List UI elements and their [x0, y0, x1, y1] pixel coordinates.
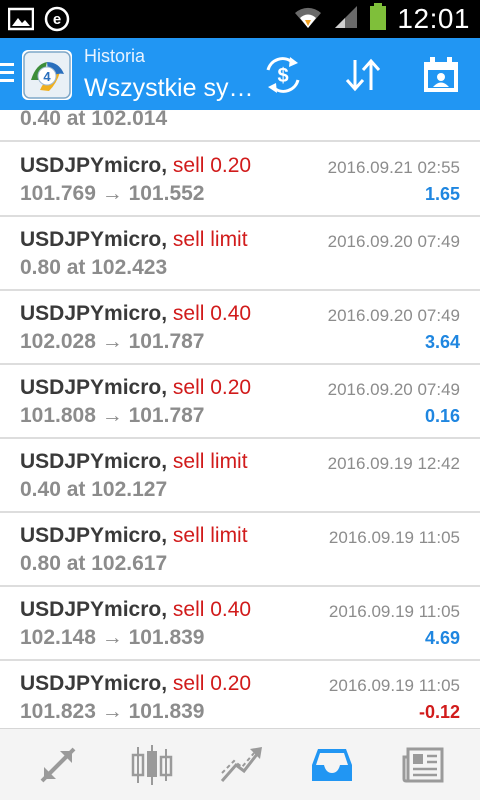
list-item[interactable]: 0.40 at 102.014	[0, 110, 480, 142]
order-profit: 3.64	[424, 332, 460, 352]
news-icon[interactable]	[400, 741, 448, 789]
order-time: 2016.09.20 07:49	[327, 306, 460, 325]
battery-icon	[369, 2, 387, 36]
status-bar: e 12:01	[0, 0, 480, 38]
list-item[interactable]: USDJPYmicro, sell 0.40 102.148 → 101.839…	[0, 588, 480, 661]
order-time: 2016.09.20 07:49	[327, 232, 460, 251]
menu-icon[interactable]	[0, 63, 14, 87]
order-time: 2016.09.20 07:49	[327, 380, 460, 399]
currency-exchange-icon[interactable]: $	[262, 54, 304, 96]
order-price: 101.823 → 101.839	[20, 700, 205, 723]
symbol-name: USDJPYmicro	[20, 524, 162, 547]
list-item[interactable]: USDJPYmicro, sell limit 0.40 at 102.127 …	[0, 440, 480, 513]
order-action: sell 0.40	[172, 302, 252, 325]
list-item[interactable]: USDJPYmicro, sell limit 0.80 at 102.423 …	[0, 218, 480, 291]
clock: 12:01	[397, 3, 470, 34]
order-time: 2016.09.19 11:05	[328, 528, 460, 547]
symbol-name: USDJPYmicro	[20, 154, 162, 177]
list-item[interactable]: USDJPYmicro, sell limit 0.80 at 102.617 …	[0, 514, 480, 587]
app-bar: 4 Historia Wszystkie sy… $	[0, 38, 480, 110]
symbol-name: USDJPYmicro	[20, 598, 162, 621]
order-time: 2016.09.19 11:05	[328, 676, 460, 695]
order-action: sell 0.20	[172, 376, 252, 399]
order-action: sell limit	[172, 228, 248, 251]
order-profit: 4.69	[424, 628, 460, 648]
order-price: 102.028 → 101.787	[20, 330, 205, 353]
symbol-name: USDJPYmicro	[20, 376, 162, 399]
order-action: sell limit	[172, 524, 248, 547]
order-price: 101.808 → 101.787	[20, 404, 205, 427]
list-item[interactable]: USDJPYmicro, sell 0.20 101.808 → 101.787…	[0, 366, 480, 439]
order-time: 2016.09.19 12:42	[327, 454, 460, 473]
sort-icon[interactable]	[342, 54, 384, 96]
symbol-filter-title[interactable]: Wszystkie sy…	[84, 74, 253, 103]
list-item[interactable]: USDJPYmicro, sell 0.20 101.769 → 101.552…	[0, 144, 480, 217]
order-price: 0.80 at 102.617	[20, 552, 168, 575]
order-price: 102.148 → 101.839	[20, 626, 205, 649]
order-profit: -0.12	[418, 702, 460, 722]
symbol-name: USDJPYmicro	[20, 228, 162, 251]
image-icon	[7, 7, 35, 36]
order-profit: 0.16	[424, 406, 460, 426]
trade-icon[interactable]	[218, 741, 266, 789]
order-price: 0.40 at 102.127	[20, 478, 168, 501]
order-time: 2016.09.21 02:55	[327, 158, 460, 177]
e-app-icon: e	[44, 6, 70, 37]
order-action: sell limit	[172, 450, 248, 473]
svg-text:$: $	[277, 65, 288, 87]
chart-icon[interactable]	[128, 741, 176, 789]
order-action: sell 0.40	[172, 598, 252, 621]
order-time: 2016.09.19 11:05	[328, 602, 460, 621]
symbol-name: USDJPYmicro	[20, 302, 162, 325]
order-price: 0.80 at 102.423	[20, 256, 168, 279]
list-item[interactable]: USDJPYmicro, sell 0.20 101.823 → 101.839…	[0, 662, 480, 728]
quotes-icon[interactable]	[34, 741, 82, 789]
order-price: 101.769 → 101.552	[20, 182, 205, 205]
list-item[interactable]: USDJPYmicro, sell 0.40 102.028 → 101.787…	[0, 292, 480, 365]
symbol-name: USDJPYmicro	[20, 450, 162, 473]
history-list[interactable]: 0.40 at 102.014 USDJPYmicro, sell 0.20 1…	[0, 110, 480, 728]
wifi-icon	[293, 4, 323, 35]
calendar-icon[interactable]	[420, 54, 462, 96]
order-price: 0.40 at 102.014	[20, 110, 168, 130]
metatrader-logo[interactable]: 4	[22, 50, 72, 100]
screen-subtitle: Historia	[84, 46, 146, 66]
svg-text:e: e	[53, 11, 61, 28]
svg-text:4: 4	[43, 69, 51, 84]
signal-icon	[333, 4, 359, 35]
order-action: sell 0.20	[172, 154, 252, 177]
symbol-name: USDJPYmicro	[20, 672, 162, 695]
bottom-navigation	[0, 728, 480, 800]
order-action: sell 0.20	[172, 672, 252, 695]
order-profit: 1.65	[424, 184, 460, 204]
history-icon[interactable]	[308, 741, 356, 789]
